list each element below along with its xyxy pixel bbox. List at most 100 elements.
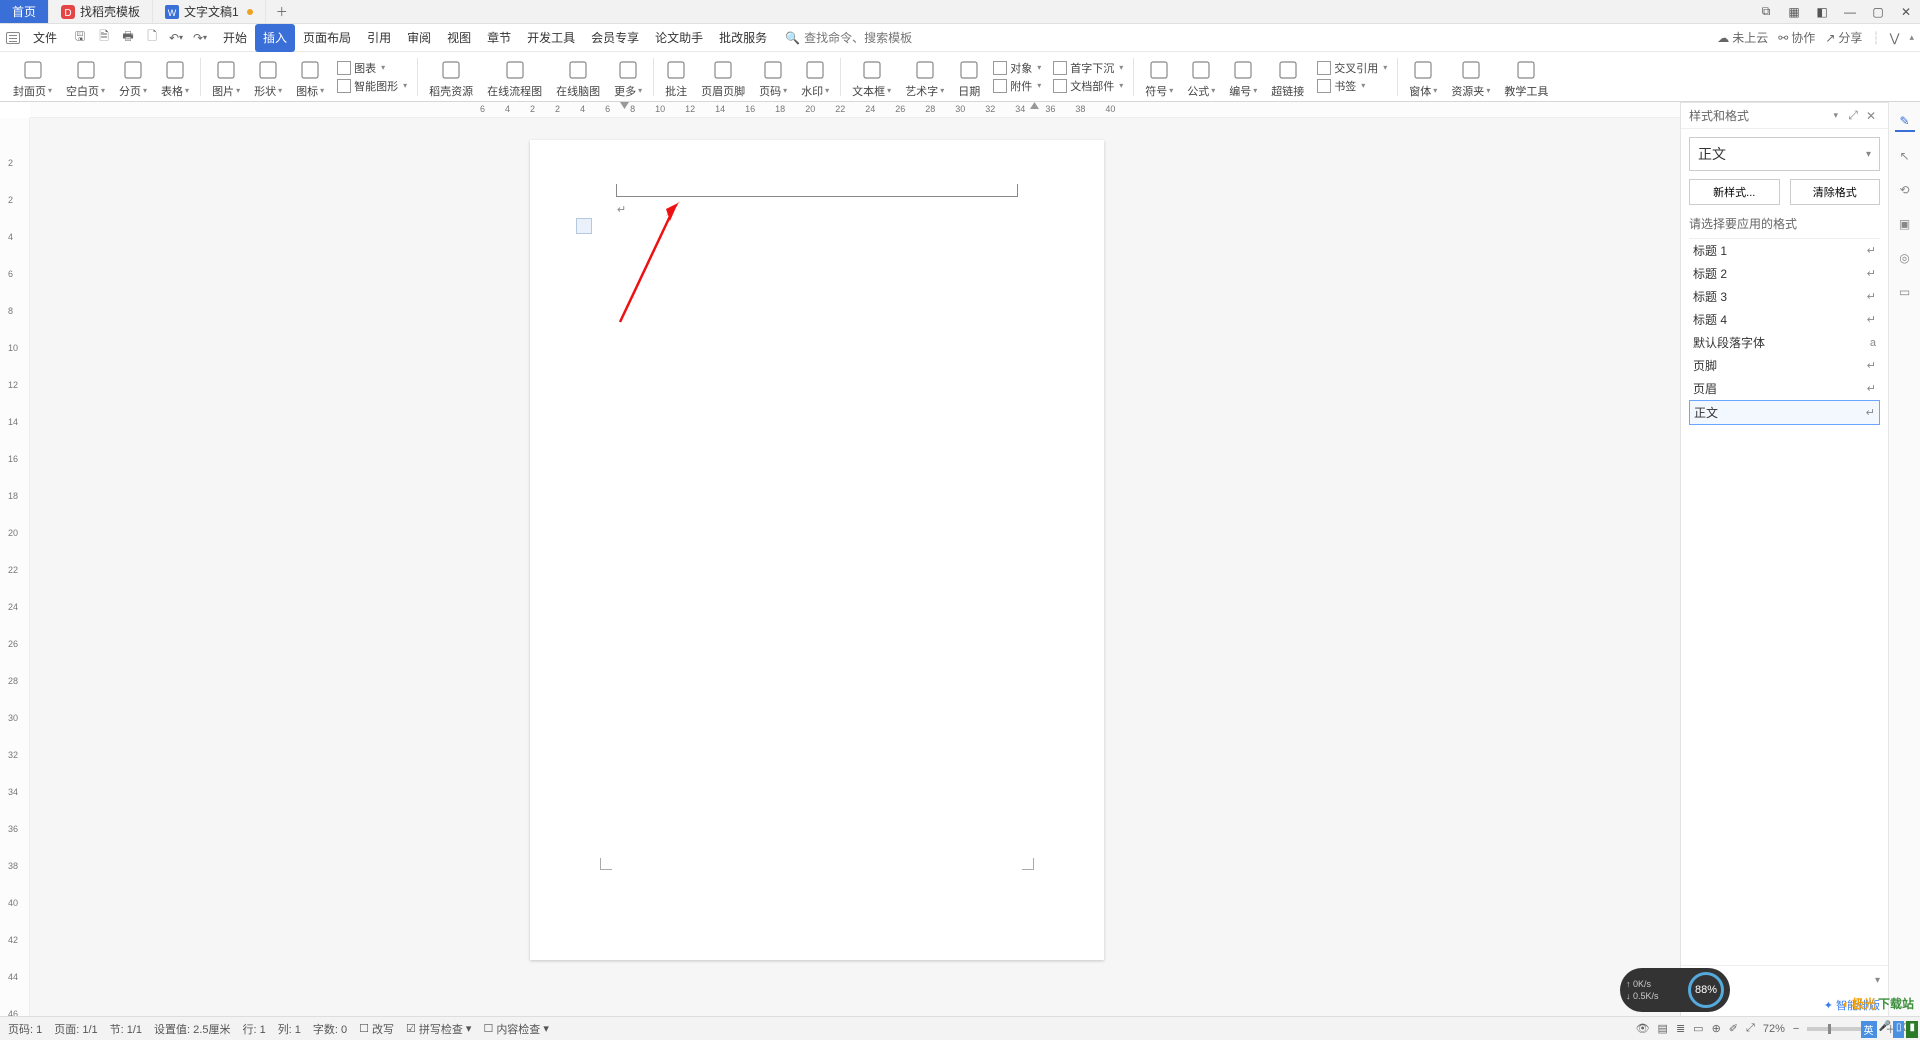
tab-doc1[interactable]: W 文字文稿1	[153, 0, 266, 23]
tab-template[interactable]: D 找稻壳模板	[49, 0, 153, 23]
hamburger-icon[interactable]	[6, 32, 20, 44]
command-search[interactable]: 🔍	[785, 31, 964, 45]
ribbon-封面页[interactable]: 封面页▾	[6, 53, 59, 101]
ribbon-更多[interactable]: 更多▾	[607, 53, 649, 101]
menu-页面布局[interactable]: 页面布局	[295, 24, 359, 52]
tab-home[interactable]: 首页	[0, 0, 49, 23]
ribbon-small-文档部件[interactable]: 文档部件▾	[1053, 78, 1123, 94]
style-item-页脚[interactable]: 页脚↵	[1689, 354, 1880, 377]
ribbon-图标[interactable]: 图标▾	[289, 53, 331, 101]
redo-icon[interactable]: ↷▾	[191, 29, 209, 47]
view-page-icon[interactable]: ▤	[1658, 1022, 1668, 1035]
panel-pin-icon[interactable]: ⤢	[1844, 108, 1862, 123]
ribbon-日期[interactable]: 日期	[951, 53, 987, 101]
minimize-button[interactable]: —	[1836, 0, 1864, 24]
highlighter-icon[interactable]: ✐	[1729, 1022, 1738, 1035]
menu-开发工具[interactable]: 开发工具	[519, 24, 583, 52]
maximize-button[interactable]: ▢	[1864, 0, 1892, 24]
indent-marker-left[interactable]	[620, 102, 629, 116]
status-edit[interactable]: ☐ 改写	[359, 1021, 394, 1037]
ribbon-资源夹[interactable]: 资源夹▾	[1444, 53, 1497, 101]
style-item-标题 4[interactable]: 标题 4↵	[1689, 308, 1880, 331]
style-item-正文[interactable]: 正文↵	[1689, 400, 1880, 425]
view-web-icon[interactable]: ⊕	[1712, 1022, 1721, 1035]
ribbon-small-附件[interactable]: 附件▾	[993, 78, 1041, 94]
pencil-icon[interactable]: ✎	[1895, 112, 1915, 132]
ribbon-在线流程图[interactable]: 在线流程图	[480, 53, 549, 101]
style-item-标题 3[interactable]: 标题 3↵	[1689, 285, 1880, 308]
preview-icon[interactable]: 🗋	[143, 29, 161, 47]
menu-引用[interactable]: 引用	[359, 24, 399, 52]
ime-2[interactable]: ▮	[1906, 1021, 1918, 1038]
status-setval[interactable]: 设置值: 2.5厘米	[154, 1021, 230, 1037]
status-page-code[interactable]: 页码: 1	[8, 1021, 42, 1037]
view-outline-icon[interactable]: ≣	[1676, 1022, 1685, 1035]
ribbon-页眉页脚[interactable]: 页眉页脚	[694, 53, 752, 101]
save-icon[interactable]: 🖫	[71, 29, 89, 47]
close-button[interactable]: ✕	[1892, 0, 1920, 24]
menu-视图[interactable]: 视图	[439, 24, 479, 52]
ribbon-超链接[interactable]: 超链接	[1264, 53, 1311, 101]
print-icon[interactable]: 🖶	[119, 29, 137, 47]
view-read-icon[interactable]: ▭	[1693, 1022, 1703, 1035]
ribbon-艺术字[interactable]: 艺术字▾	[898, 53, 951, 101]
network-speed-widget[interactable]: ↑ 0K/s ↓ 0.5K/s 88%	[1620, 968, 1730, 1012]
menu-会员专享[interactable]: 会员专享	[583, 24, 647, 52]
ribbon-稻壳资源[interactable]: 稻壳资源	[422, 53, 480, 101]
cloud-status[interactable]: ☁未上云	[1717, 29, 1768, 46]
share-button[interactable]: ↗分享	[1825, 29, 1862, 46]
toolbar-more-icon[interactable]: ⋁	[1890, 31, 1900, 45]
status-pages[interactable]: 页面: 1/1	[54, 1021, 97, 1037]
search-input[interactable]	[804, 31, 964, 45]
ribbon-公式[interactable]: 公式▾	[1180, 53, 1222, 101]
ribbon-编号[interactable]: 编号▾	[1222, 53, 1264, 101]
collapse-ribbon-icon[interactable]: ▴	[1909, 32, 1914, 43]
style-item-标题 2[interactable]: 标题 2↵	[1689, 262, 1880, 285]
menu-插入[interactable]: 插入	[255, 24, 295, 52]
ribbon-表格[interactable]: 表格▾	[154, 53, 196, 101]
zoom-out-button[interactable]: −	[1793, 1023, 1799, 1035]
ime-1[interactable]: ▯	[1893, 1021, 1905, 1038]
current-style-select[interactable]: 正文 ▾	[1689, 137, 1880, 171]
menu-批改服务[interactable]: 批改服务	[711, 24, 775, 52]
ribbon-small-首字下沉[interactable]: 首字下沉▾	[1053, 60, 1123, 76]
menu-论文助手[interactable]: 论文助手	[647, 24, 711, 52]
grid-icon[interactable]: ▦	[1780, 0, 1808, 24]
ribbon-批注[interactable]: 批注	[658, 53, 694, 101]
ribbon-文本框[interactable]: 文本框▾	[845, 53, 898, 101]
ribbon-在线脑图[interactable]: 在线脑图	[549, 53, 607, 101]
layout-icon[interactable]: ⧉	[1752, 0, 1780, 24]
book-icon[interactable]: ▭	[1895, 282, 1915, 302]
status-spell[interactable]: ☑ 拼写检查 ▾	[406, 1021, 471, 1037]
save-as-icon[interactable]: 🗎	[95, 29, 113, 47]
ribbon-教学工具[interactable]: 教学工具	[1497, 53, 1555, 101]
status-col[interactable]: 列: 1	[278, 1021, 301, 1037]
status-chars[interactable]: 字数: 0	[313, 1021, 347, 1037]
ribbon-small-书签[interactable]: 书签▾	[1317, 78, 1387, 94]
eye-icon[interactable]: 👁	[1636, 1022, 1650, 1035]
style-item-默认段落字体[interactable]: 默认段落字体a	[1689, 331, 1880, 354]
ribbon-分页[interactable]: 分页▾	[112, 53, 154, 101]
status-content[interactable]: ☐ 内容检查 ▾	[483, 1021, 548, 1037]
image-tool-icon[interactable]: ▣	[1895, 214, 1915, 234]
coop-button[interactable]: ⚯协作	[1778, 29, 1815, 46]
location-icon[interactable]: ◎	[1895, 248, 1915, 268]
menu-开始[interactable]: 开始	[215, 24, 255, 52]
zoom-fit-icon[interactable]: ⤢	[1746, 1022, 1755, 1035]
undo-icon[interactable]: ↶▾	[167, 29, 185, 47]
styles-panel-dropdown-icon[interactable]: ▾	[1833, 110, 1838, 121]
ribbon-窗体[interactable]: 窗体▾	[1402, 53, 1444, 101]
ime-voice-icon[interactable]: 🎤	[1879, 1021, 1891, 1038]
document-canvas[interactable]: ↵	[30, 118, 1680, 1016]
ime-lang[interactable]: 英	[1861, 1021, 1877, 1038]
ribbon-页码[interactable]: 页码▾	[752, 53, 794, 101]
panel-close-icon[interactable]: ✕	[1862, 109, 1880, 123]
tab-add-button[interactable]: ＋	[266, 0, 298, 23]
ribbon-图片[interactable]: 图片▾	[205, 53, 247, 101]
style-item-标题 1[interactable]: 标题 1↵	[1689, 239, 1880, 262]
clear-format-button[interactable]: 清除格式	[1790, 179, 1881, 205]
status-row[interactable]: 行: 1	[242, 1021, 265, 1037]
ribbon-符号[interactable]: 符号▾	[1138, 53, 1180, 101]
ribbon-small-对象[interactable]: 对象▾	[993, 60, 1041, 76]
menu-章节[interactable]: 章节	[479, 24, 519, 52]
